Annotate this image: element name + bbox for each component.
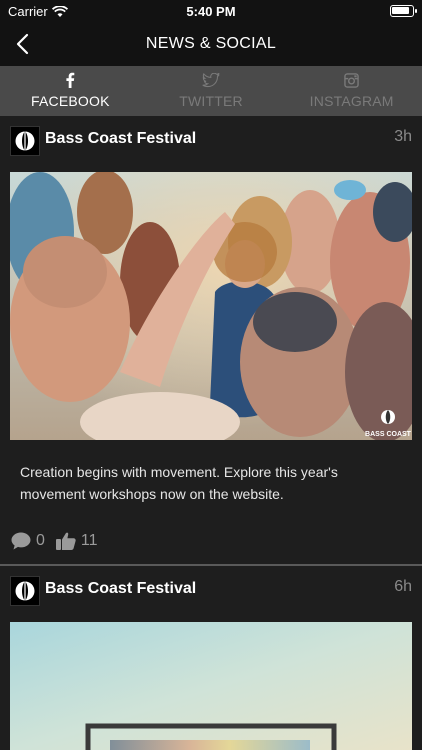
tab-twitter-label: TWITTER [179, 93, 243, 109]
post-image[interactable] [10, 622, 412, 750]
post-image[interactable]: BASS COAST [10, 172, 412, 440]
like-count: 11 [80, 532, 98, 549]
facebook-icon [66, 72, 75, 88]
post-time: 6h [394, 578, 412, 595]
post-card[interactable]: Bass Coast Festival 3h BASS COAST Creati… [0, 116, 422, 566]
tab-facebook[interactable]: FACEBOOK [0, 66, 141, 116]
post-actions: 0 11 [10, 531, 98, 551]
post-author[interactable]: Bass Coast Festival [45, 130, 196, 148]
tab-twitter[interactable]: TWITTER [141, 66, 282, 116]
post-header: Bass Coast Festival 3h [0, 116, 422, 172]
tab-facebook-label: FACEBOOK [31, 93, 110, 109]
comment-button[interactable]: 0 [10, 531, 45, 551]
status-time: 5:40 PM [186, 4, 236, 19]
thumbs-up-icon [55, 532, 76, 550]
comment-icon [11, 532, 31, 550]
post-header: Bass Coast Festival 6h [0, 566, 422, 622]
tab-instagram[interactable]: INSTAGRAM [281, 66, 422, 116]
watermark-text: BASS COAST [365, 431, 412, 438]
like-button[interactable]: 11 [55, 531, 98, 551]
bass-coast-logo-icon [15, 581, 35, 601]
post-artwork [10, 622, 412, 750]
news-feed[interactable]: Bass Coast Festival 3h BASS COAST Creati… [0, 116, 422, 750]
nav-bar: NEWS & SOCIAL [0, 22, 422, 66]
battery-icon [390, 5, 417, 17]
post-text: Creation begins with movement. Explore t… [20, 464, 338, 502]
twitter-icon [202, 72, 220, 87]
bass-coast-logo-icon [15, 131, 35, 151]
page-title: NEWS & SOCIAL [145, 35, 277, 52]
avatar[interactable] [10, 126, 40, 156]
festival-photo: BASS COAST [10, 172, 412, 440]
status-bar: Carrier 5:40 PM [0, 0, 422, 22]
tab-instagram-label: INSTAGRAM [309, 93, 394, 109]
social-tabs: FACEBOOK TWITTER INSTAGRAM [0, 66, 422, 116]
comment-count: 0 [36, 532, 45, 549]
post-author[interactable]: Bass Coast Festival [45, 580, 196, 598]
instagram-icon [344, 72, 359, 88]
post-time: 3h [394, 128, 412, 145]
avatar[interactable] [10, 576, 40, 606]
post-card[interactable]: Bass Coast Festival 6h [0, 566, 422, 750]
